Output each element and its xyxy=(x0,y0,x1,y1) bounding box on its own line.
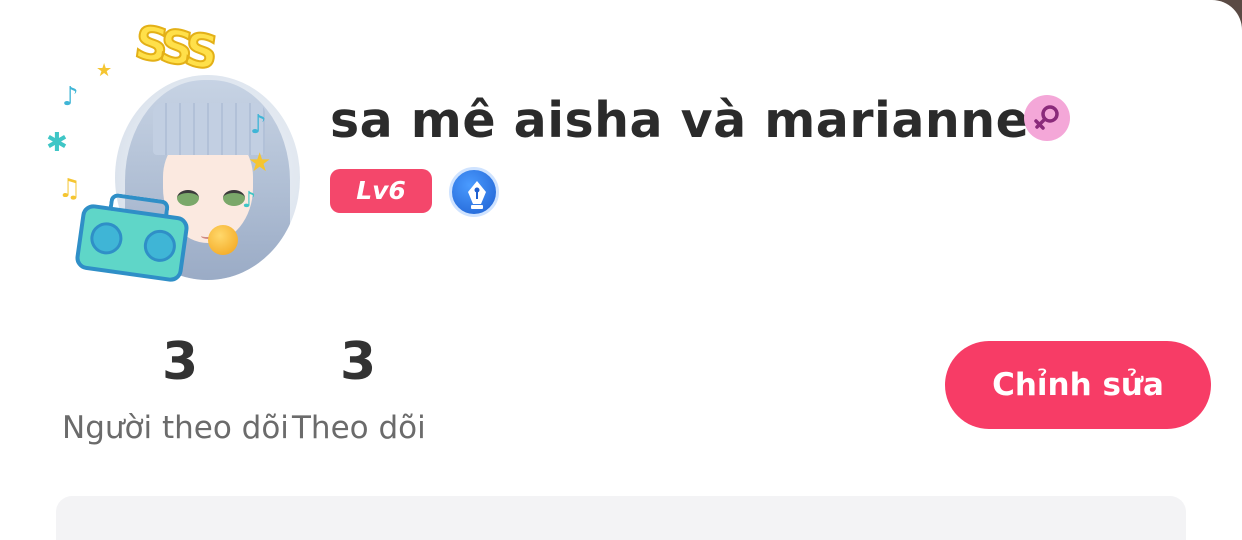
username: sa mê aisha và marianne xyxy=(330,92,1030,149)
following-label[interactable]: Theo dõi xyxy=(292,410,426,446)
sss-frame-decoration: SSS xyxy=(131,14,217,80)
avatar[interactable]: SSS ♪ ✱ ♫ ★ ★ ♪ ♪ xyxy=(40,14,300,290)
music-note-icon: ♪ xyxy=(62,82,79,112)
music-note-icon: ♪ xyxy=(250,110,267,140)
star-icon: ★ xyxy=(248,148,272,178)
music-note-icon: ♫ xyxy=(58,174,82,204)
star-icon: ★ xyxy=(96,60,113,81)
microphone-decoration xyxy=(208,225,238,255)
profile-card: SSS ♪ ✱ ♫ ★ ★ ♪ ♪ sa mê aisha và mariann… xyxy=(0,0,1242,540)
followers-label[interactable]: Người theo dõi xyxy=(62,410,289,446)
level-badge: Lv6 xyxy=(330,169,432,213)
edit-profile-button[interactable]: Chỉnh sửa xyxy=(945,341,1211,429)
followers-count[interactable]: 3 xyxy=(162,332,198,392)
music-note-icon: ♪ xyxy=(242,188,257,213)
content-panel xyxy=(56,496,1186,540)
pen-nib-icon[interactable] xyxy=(449,167,499,217)
following-count[interactable]: 3 xyxy=(340,332,376,392)
gear-icon: ✱ xyxy=(46,128,68,158)
boombox-decoration xyxy=(73,192,191,284)
female-symbol-icon xyxy=(1024,95,1070,141)
